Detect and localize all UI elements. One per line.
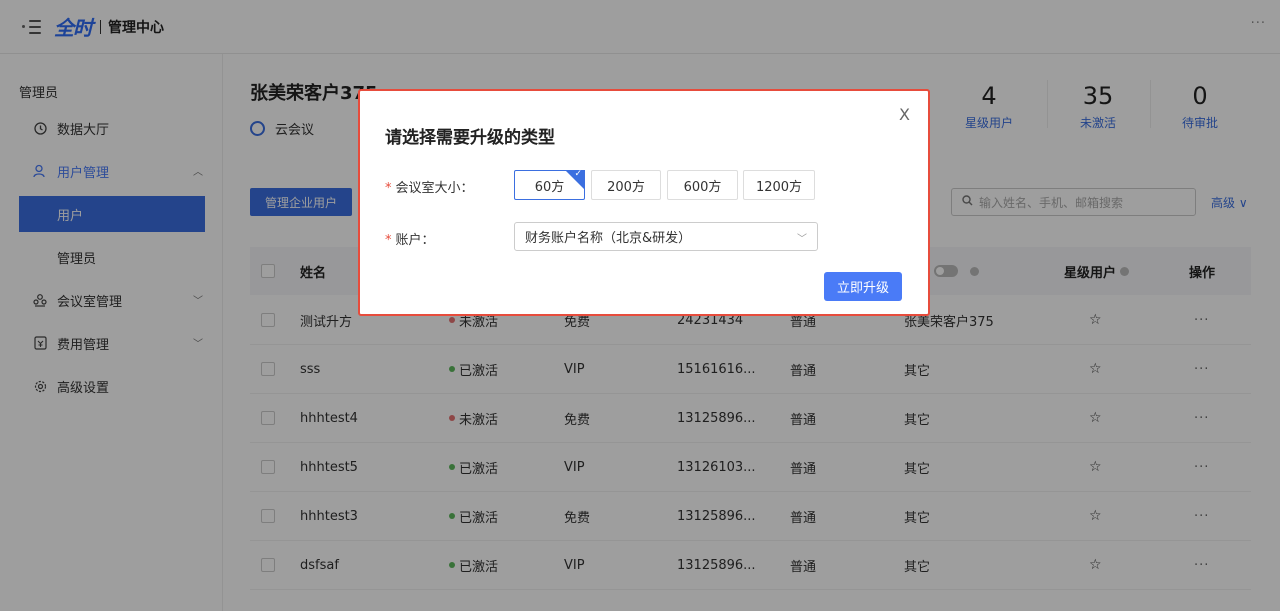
size-option-label: 60方: [534, 179, 565, 195]
account-select[interactable]: 财务账户名称（北京&研发） ﹀: [514, 222, 818, 251]
required-mark: *: [385, 181, 392, 196]
room-size-label: * 会议室大小：: [385, 181, 474, 196]
size-option-600[interactable]: 600方: [667, 170, 738, 200]
size-option-label: 600方: [683, 179, 722, 195]
close-icon[interactable]: X: [899, 105, 910, 124]
upgrade-now-button[interactable]: 立即升级: [824, 272, 902, 301]
size-option-60[interactable]: 60方 ✓: [514, 169, 585, 200]
size-option-label: 1200方: [755, 179, 803, 195]
chevron-down-icon: ﹀: [797, 234, 807, 245]
account-select-value: 财务账户名称（北京&研发）: [525, 231, 692, 246]
required-mark: *: [385, 233, 392, 248]
check-icon: ✓: [574, 169, 582, 179]
dialog-title: 请选择需要升级的类型: [385, 128, 555, 148]
size-option-label: 200方: [607, 179, 645, 195]
account-label: * 账户：: [385, 233, 435, 248]
upgrade-dialog: X 请选择需要升级的类型 * 会议室大小： 60方 ✓ 200方 600方 120…: [358, 89, 930, 316]
size-option-200[interactable]: 200方: [591, 170, 661, 200]
size-option-1200[interactable]: 1200方: [743, 170, 815, 200]
